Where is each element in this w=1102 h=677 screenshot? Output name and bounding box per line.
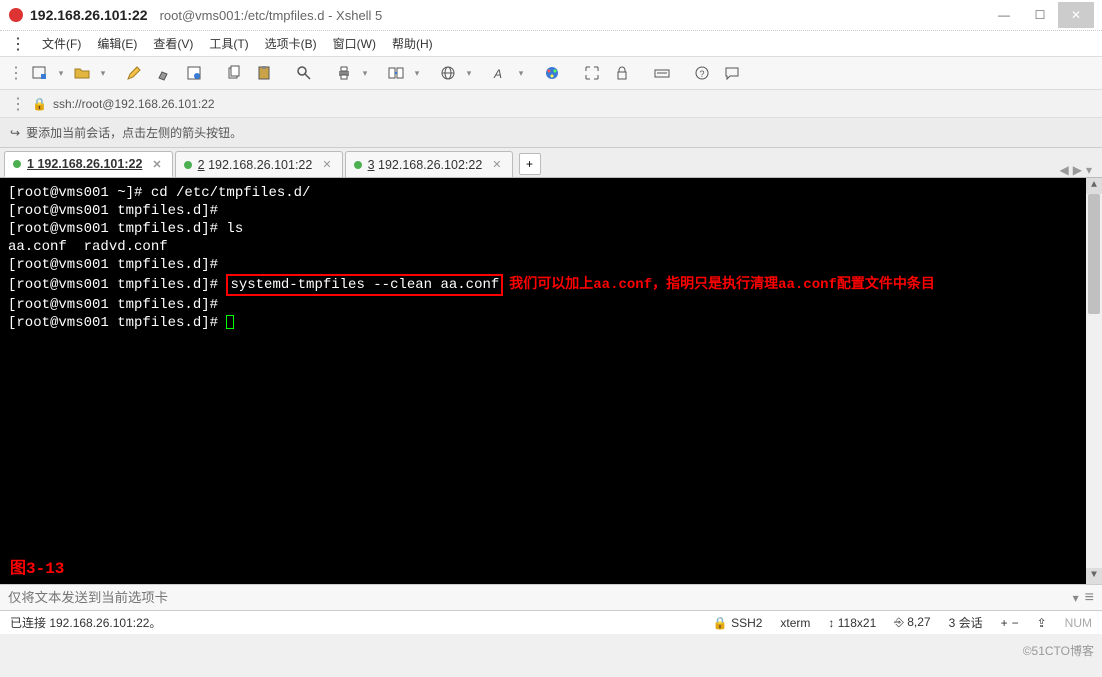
scroll-thumb[interactable]: [1088, 194, 1100, 314]
terminal-scrollbar[interactable]: ▲ ▼: [1086, 178, 1102, 584]
size-icon: ↕: [828, 616, 834, 630]
pen-icon[interactable]: [120, 59, 148, 87]
expand-icon[interactable]: [578, 59, 606, 87]
info-bar: ↪ 要添加当前会话，点击左侧的箭头按钮。: [0, 118, 1102, 148]
status-dot-icon: [354, 161, 362, 169]
address-bar: ⋮ 🔒 ssh://root@192.168.26.101:22: [0, 90, 1102, 118]
menu-bar: ⋮ 文件(F) 编辑(E) 查看(V) 工具(T) 选项卡(B) 窗口(W) 帮…: [0, 30, 1102, 56]
new-session-icon[interactable]: [26, 59, 54, 87]
maximize-button[interactable]: ☐: [1022, 2, 1058, 28]
terminal-line: [root@vms001 ~]# cd /etc/tmpfiles.d/: [8, 184, 1094, 202]
minimize-button[interactable]: —: [986, 2, 1022, 28]
status-term: xterm: [780, 616, 810, 630]
brush-icon[interactable]: [150, 59, 178, 87]
compose-menu-icon[interactable]: ≡: [1085, 589, 1094, 607]
chat-icon[interactable]: [718, 59, 746, 87]
scroll-up-icon[interactable]: ▲: [1086, 178, 1102, 194]
session-tab-3[interactable]: 3 192.168.26.102:22 ✕: [345, 151, 513, 177]
tab-close-icon[interactable]: ✕: [492, 158, 501, 171]
status-bar: 已连接 192.168.26.101:22。 🔒 SSH2 xterm ↕ 11…: [0, 610, 1102, 634]
toolbar: ⋮ ▾ ▾ ▾ ▾ ▾ A ▾ ?: [0, 56, 1102, 90]
session-tab-2[interactable]: 2 192.168.26.101:22 ✕: [175, 151, 343, 177]
tab-close-icon[interactable]: ✕: [152, 158, 161, 171]
open-icon[interactable]: [68, 59, 96, 87]
svg-text:A: A: [493, 67, 502, 81]
color-palette-icon[interactable]: [538, 59, 566, 87]
tab-strip: 1 192.168.26.101:22 ✕ 2 192.168.26.101:2…: [0, 148, 1102, 178]
compose-bar: ▾ ≡: [0, 584, 1102, 610]
address-url[interactable]: ssh://root@192.168.26.101:22: [53, 97, 215, 111]
reconnect-icon[interactable]: [382, 59, 410, 87]
paste-icon[interactable]: [250, 59, 278, 87]
menu-help[interactable]: 帮助(H): [392, 35, 433, 52]
svg-text:?: ?: [700, 69, 705, 79]
tab-nav-right-icon[interactable]: ▶: [1073, 163, 1082, 177]
terminal[interactable]: [root@vms001 ~]# cd /etc/tmpfiles.d/[roo…: [0, 178, 1102, 584]
scroll-down-icon[interactable]: ▼: [1086, 568, 1102, 584]
status-pos: 8,27: [907, 615, 930, 629]
num-indicator: NUM: [1065, 616, 1092, 630]
pos-icon: ⎆: [894, 615, 904, 629]
addr-grip-icon[interactable]: ⋮: [10, 94, 26, 114]
status-dot-icon: [184, 161, 192, 169]
globe-icon[interactable]: [434, 59, 462, 87]
add-tab-button[interactable]: +: [519, 153, 541, 175]
status-connected: 已连接 192.168.26.101:22。: [10, 614, 161, 631]
keyboard-icon[interactable]: [648, 59, 676, 87]
caps-icon: ⇪: [1037, 616, 1047, 630]
menu-tools[interactable]: 工具(T): [209, 35, 248, 52]
plus-icon[interactable]: +: [1001, 616, 1008, 630]
lock-icon[interactable]: [608, 59, 636, 87]
info-text: 要添加当前会话，点击左侧的箭头按钮。: [26, 124, 242, 141]
status-proto: SSH2: [731, 616, 762, 630]
minus-icon[interactable]: −: [1012, 616, 1019, 630]
window-subtitle: root@vms001:/etc/tmpfiles.d - Xshell 5: [160, 8, 383, 23]
compose-input[interactable]: [8, 590, 1073, 605]
terminal-line: [root@vms001 tmpfiles.d]#: [8, 296, 1094, 314]
watermark: ©51CTO博客: [1023, 642, 1094, 659]
figure-label: 图3-13: [10, 560, 64, 578]
terminal-line: [root@vms001 tmpfiles.d]# ls: [8, 220, 1094, 238]
print-icon[interactable]: [330, 59, 358, 87]
reconnect-dropdown[interactable]: ▾: [412, 68, 422, 79]
font-dropdown[interactable]: ▾: [516, 68, 526, 79]
print-dropdown[interactable]: ▾: [360, 68, 370, 79]
lock-small-icon: 🔒: [32, 97, 47, 111]
new-session-dropdown[interactable]: ▾: [56, 68, 66, 79]
compose-dropdown-icon[interactable]: ▾: [1073, 591, 1079, 605]
terminal-line: aa.conf radvd.conf: [8, 238, 1094, 256]
font-icon[interactable]: A: [486, 59, 514, 87]
terminal-line: [root@vms001 tmpfiles.d]#: [8, 314, 1094, 332]
window-title-ip: 192.168.26.101:22: [30, 7, 148, 23]
tab-nav-down-icon[interactable]: ▾: [1086, 163, 1092, 177]
status-dot-icon: [13, 160, 21, 168]
open-dropdown[interactable]: ▾: [98, 68, 108, 79]
lock-status-icon: 🔒: [713, 616, 728, 630]
terminal-line: [root@vms001 tmpfiles.d]#: [8, 256, 1094, 274]
terminal-line: [root@vms001 tmpfiles.d]# systemd-tmpfil…: [8, 274, 1094, 296]
close-button[interactable]: ✕: [1058, 2, 1094, 28]
search-icon[interactable]: [290, 59, 318, 87]
app-icon: [8, 7, 24, 23]
menu-file[interactable]: 文件(F): [42, 35, 81, 52]
globe-dropdown[interactable]: ▾: [464, 68, 474, 79]
tab-close-icon[interactable]: ✕: [322, 158, 331, 171]
arrow-hint-icon[interactable]: ↪: [10, 126, 20, 140]
title-bar: 192.168.26.101:22 root@vms001:/etc/tmpfi…: [0, 0, 1102, 30]
properties-icon[interactable]: [180, 59, 208, 87]
menu-tabs[interactable]: 选项卡(B): [265, 35, 317, 52]
status-size: 118x21: [838, 616, 876, 630]
toolbar-grip-icon[interactable]: ⋮: [8, 63, 24, 83]
menu-edit[interactable]: 编辑(E): [97, 35, 137, 52]
status-sessions: 3 会话: [949, 614, 983, 631]
menu-window[interactable]: 窗口(W): [333, 35, 376, 52]
terminal-line: [root@vms001 tmpfiles.d]#: [8, 202, 1094, 220]
session-tab-1[interactable]: 1 192.168.26.101:22 ✕: [4, 151, 173, 177]
tab-nav-left-icon[interactable]: ◀: [1060, 163, 1069, 177]
menu-grip-icon[interactable]: ⋮: [10, 34, 26, 54]
help-icon[interactable]: ?: [688, 59, 716, 87]
menu-view[interactable]: 查看(V): [153, 35, 193, 52]
copy-icon[interactable]: [220, 59, 248, 87]
